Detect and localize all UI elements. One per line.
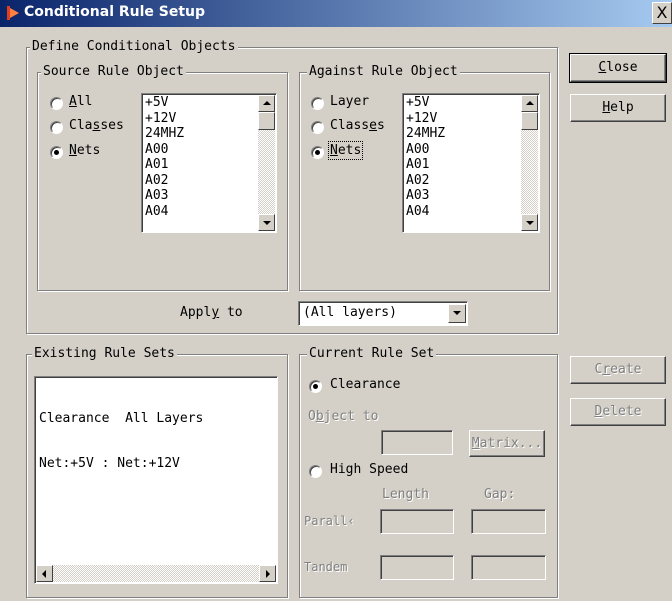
source-net-list[interactable]: +5V +12V 24MHZ A00 A01 A02 A03 A04 xyxy=(141,93,277,233)
source-nets-label[interactable]: Nets xyxy=(69,143,100,158)
parallel-gap-field[interactable] xyxy=(471,509,546,534)
existing-group-legend: Existing Rule Sets xyxy=(32,346,177,361)
source-net-items: +5V +12V 24MHZ A00 A01 A02 A03 A04 xyxy=(145,95,184,219)
against-group-legend: Against Rule Object xyxy=(307,64,460,79)
delete-button[interactable]: Delete xyxy=(570,398,666,426)
source-nets-radio[interactable] xyxy=(50,146,63,159)
source-classes-label[interactable]: Classes xyxy=(69,118,124,133)
right-arrow-icon xyxy=(266,570,270,578)
scroll-down-button[interactable] xyxy=(258,214,275,231)
close-window-button[interactable]: X xyxy=(652,2,672,24)
net-list-item[interactable]: +5V xyxy=(145,95,184,111)
against-net-list[interactable]: +5V +12V 24MHZ A00 A01 A02 A03 A04 xyxy=(402,93,540,233)
against-list-scrollbar[interactable] xyxy=(521,95,538,231)
left-arrow-icon xyxy=(42,570,46,578)
against-nets-radio[interactable] xyxy=(311,146,324,159)
down-arrow-icon xyxy=(263,221,271,225)
close-button[interactable]: Close xyxy=(569,53,667,83)
rule-set-line: Net:+5V : Net:+12V xyxy=(39,456,180,471)
against-layer-label[interactable]: Layer xyxy=(330,94,369,109)
high-speed-radio[interactable] xyxy=(309,465,322,478)
define-group-legend: Define Conditional Objects xyxy=(30,39,238,54)
chevron-down-icon xyxy=(453,311,461,315)
net-list-item[interactable]: A03 xyxy=(145,188,184,204)
object-to-label: Object to xyxy=(308,409,379,424)
help-button[interactable]: Help xyxy=(570,94,666,122)
scroll-down-button[interactable] xyxy=(521,214,538,231)
scroll-up-button[interactable] xyxy=(521,95,538,112)
scroll-left-button[interactable] xyxy=(36,565,53,582)
scroll-thumb[interactable] xyxy=(521,112,538,130)
net-list-item[interactable]: +12V xyxy=(406,111,445,127)
clearance-radio[interactable] xyxy=(309,380,322,393)
matrix-button[interactable]: Matrix... xyxy=(469,430,545,457)
object-to-field[interactable] xyxy=(381,430,453,455)
existing-rule-set-item[interactable]: Clearance All Layers Net:+5V : Net:+12V xyxy=(39,381,203,501)
apply-to-dropdown[interactable]: (All layers) xyxy=(298,301,468,326)
current-group-legend: Current Rule Set xyxy=(307,346,437,361)
net-list-item[interactable]: 24MHZ xyxy=(406,126,445,142)
against-classes-label[interactable]: Classes xyxy=(330,118,385,133)
dropdown-button[interactable] xyxy=(448,304,466,323)
tandem-label: Tandem xyxy=(304,560,348,574)
net-list-item[interactable]: A02 xyxy=(406,173,445,189)
net-list-item[interactable]: +12V xyxy=(145,111,184,127)
window-title: Conditional Rule Setup xyxy=(24,4,206,20)
net-list-item[interactable]: A00 xyxy=(145,142,184,158)
against-nets-label[interactable]: Nets xyxy=(327,141,364,160)
existing-list-hscrollbar[interactable] xyxy=(36,565,276,582)
rule-set-line: Clearance All Layers xyxy=(39,411,204,426)
net-list-item[interactable]: +5V xyxy=(406,95,445,111)
tandem-length-field[interactable] xyxy=(380,555,454,580)
net-list-item[interactable]: A00 xyxy=(406,142,445,158)
up-arrow-icon xyxy=(526,101,534,105)
net-list-item[interactable]: A03 xyxy=(406,188,445,204)
source-all-radio[interactable] xyxy=(50,97,63,110)
net-list-item[interactable]: A04 xyxy=(145,204,184,220)
net-list-item[interactable]: A04 xyxy=(406,204,445,220)
create-button[interactable]: Create xyxy=(570,356,666,384)
high-speed-label[interactable]: High Speed xyxy=(330,462,408,477)
down-arrow-icon xyxy=(526,221,534,225)
up-arrow-icon xyxy=(263,101,271,105)
net-list-item[interactable]: 24MHZ xyxy=(145,126,184,142)
scroll-thumb[interactable] xyxy=(258,112,275,130)
tandem-gap-field[interactable] xyxy=(471,555,546,580)
scroll-right-button[interactable] xyxy=(259,565,276,582)
net-list-item[interactable]: A02 xyxy=(145,173,184,189)
source-list-scrollbar[interactable] xyxy=(258,95,275,231)
apply-to-value: (All layers) xyxy=(303,305,397,320)
apply-to-label: Apply to xyxy=(180,305,243,320)
against-layer-radio[interactable] xyxy=(311,97,324,110)
source-classes-radio[interactable] xyxy=(50,121,63,134)
app-icon xyxy=(7,6,19,20)
against-net-items: +5V +12V 24MHZ A00 A01 A02 A03 A04 xyxy=(406,95,445,219)
gap-label: Gap: xyxy=(484,487,516,502)
parallel-label: Parall‹ xyxy=(304,514,355,528)
source-all-label[interactable]: All xyxy=(69,94,92,109)
source-group-legend: Source Rule Object xyxy=(41,64,186,79)
against-classes-radio[interactable] xyxy=(311,121,324,134)
net-list-item[interactable]: A01 xyxy=(145,157,184,173)
clearance-label[interactable]: Clearance xyxy=(330,377,400,392)
length-label: Length xyxy=(382,487,429,502)
net-list-item[interactable]: A01 xyxy=(406,157,445,173)
existing-rule-sets-list[interactable]: Clearance All Layers Net:+5V : Net:+12V xyxy=(34,376,278,584)
scroll-up-button[interactable] xyxy=(258,95,275,112)
parallel-length-field[interactable] xyxy=(380,509,454,534)
